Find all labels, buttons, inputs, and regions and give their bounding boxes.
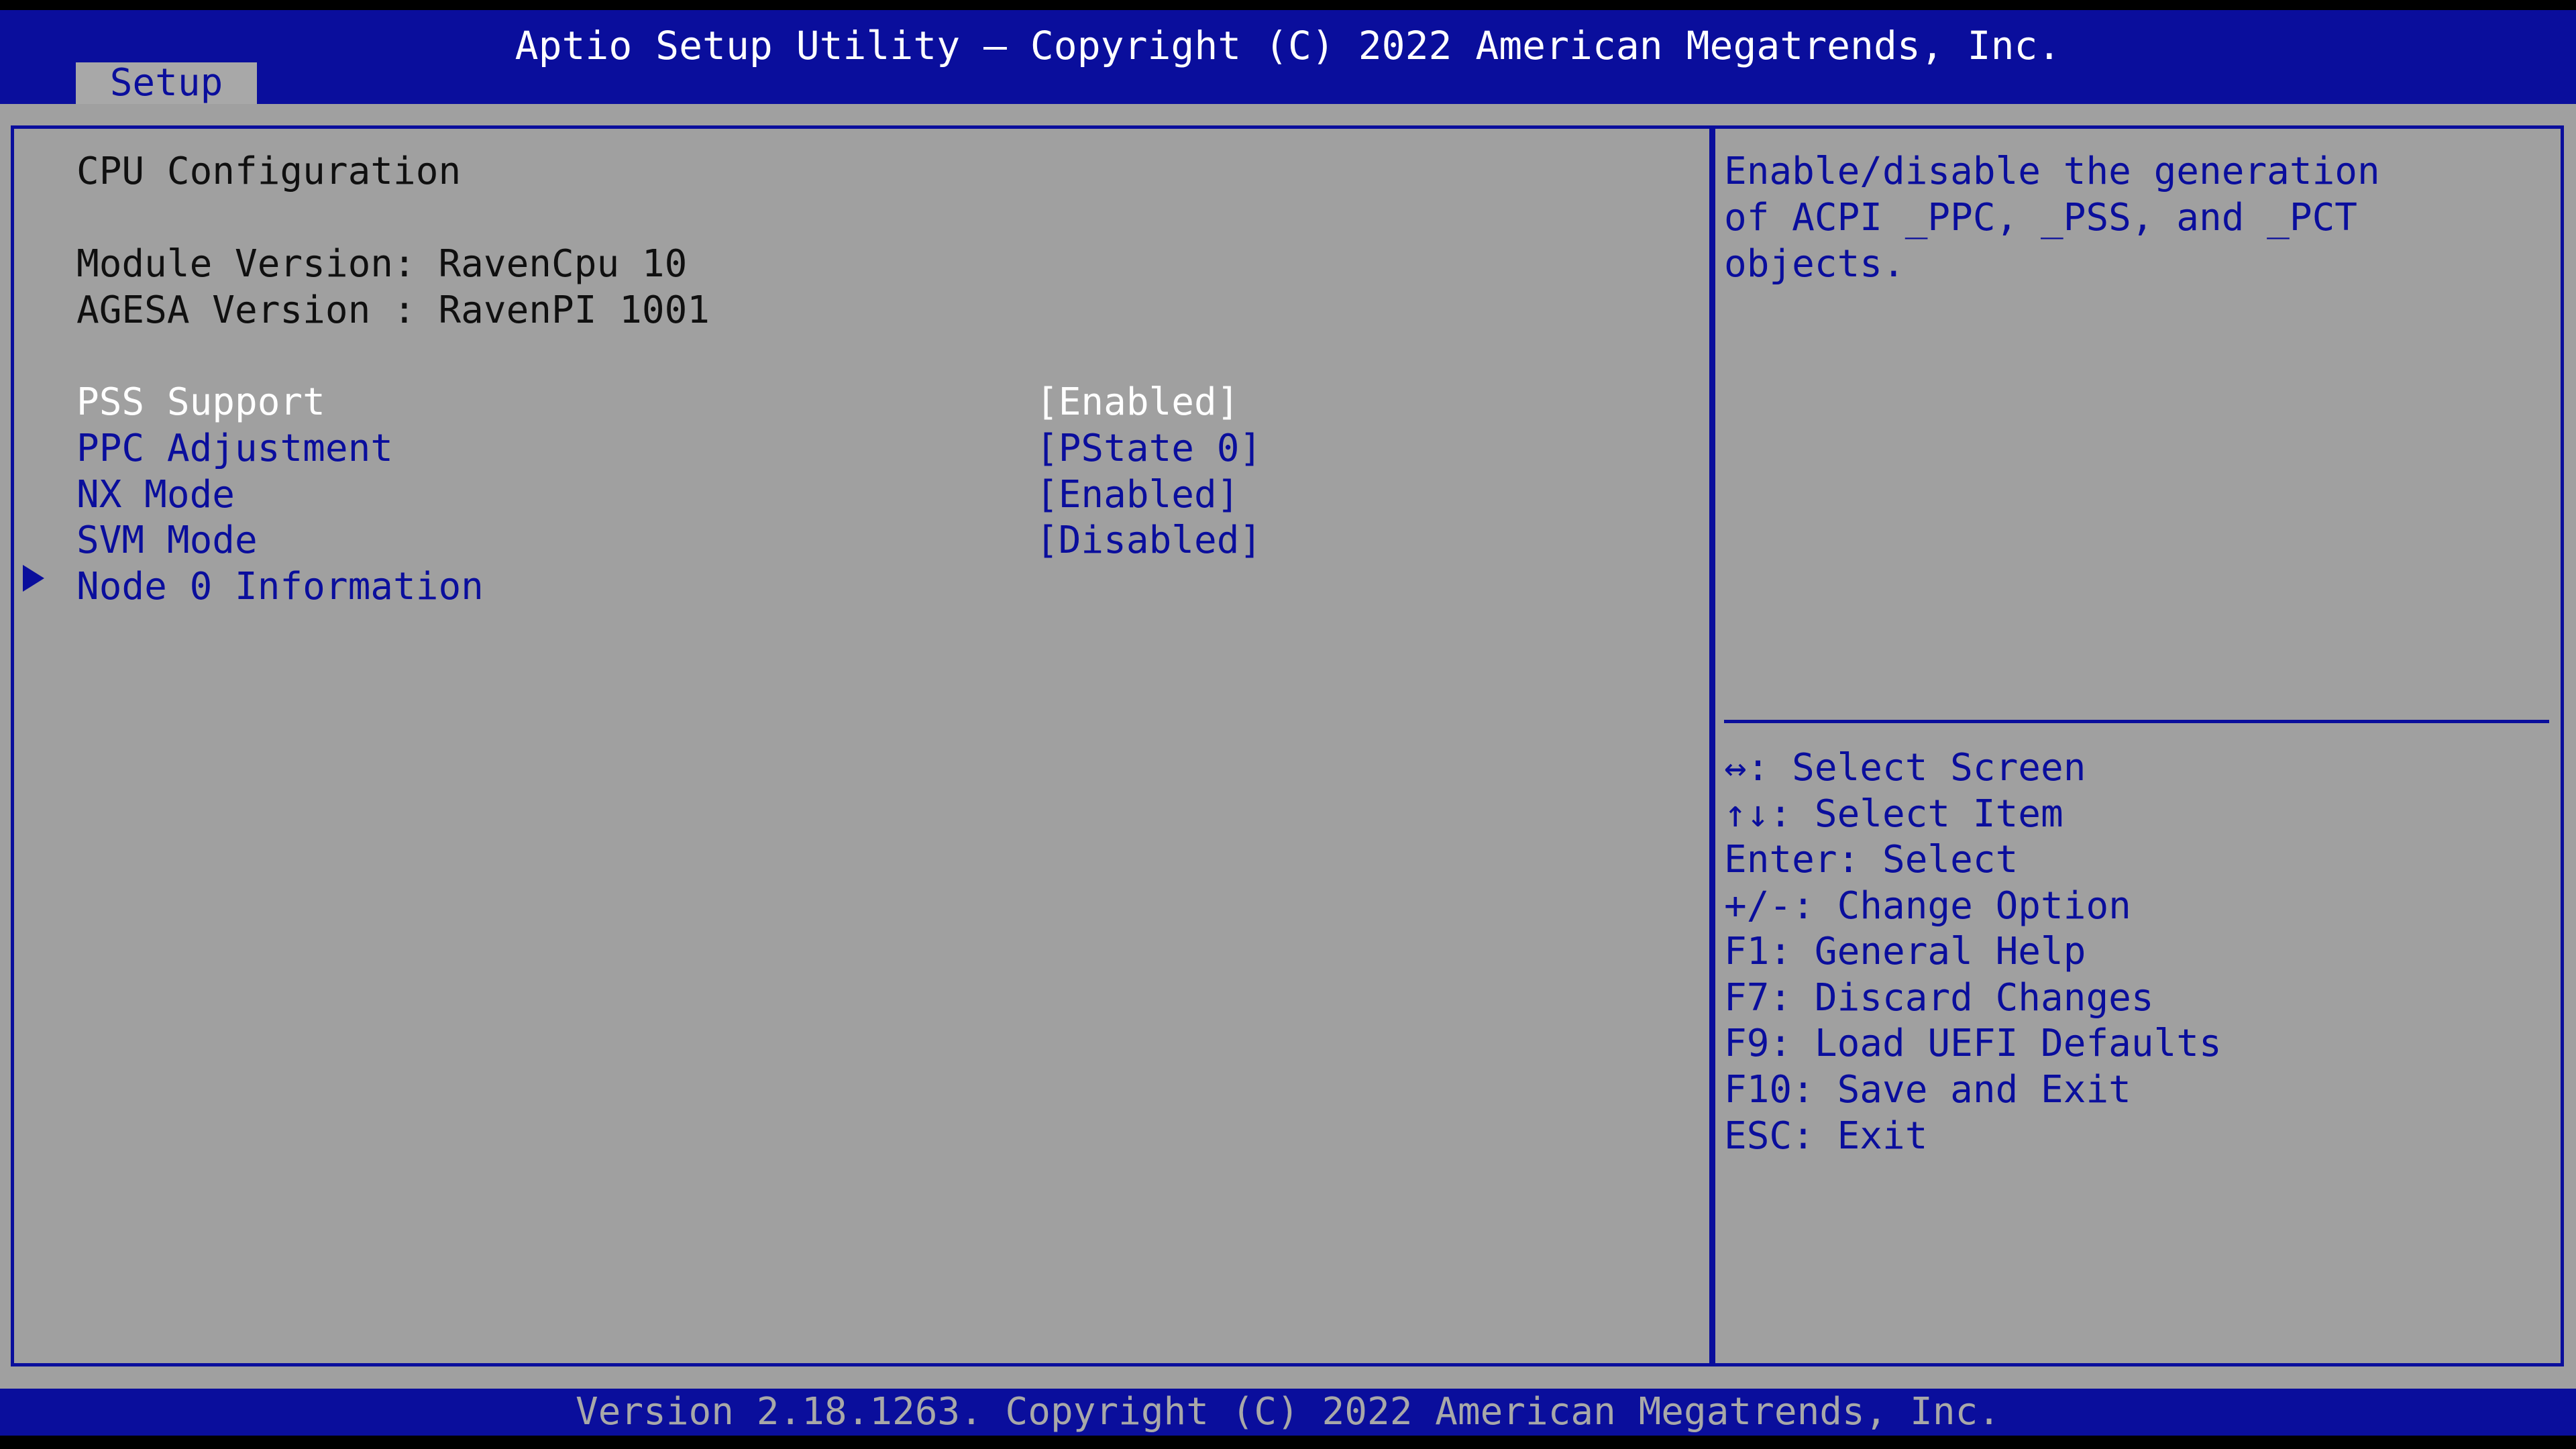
header-title: Aptio Setup Utility – Copyright (C) 2022… — [515, 23, 2061, 68]
svm-mode-label[interactable]: SVM Mode — [76, 518, 258, 564]
ppc-adjustment-label[interactable]: PPC Adjustment — [76, 426, 393, 472]
module-version: Module Version: RavenCpu 10 — [76, 242, 688, 286]
key-hint: ESC: Exit — [1724, 1114, 1928, 1158]
header-bar: Aptio Setup Utility – Copyright (C) 2022… — [0, 10, 2576, 104]
agesa-version: AGESA Version : RavenPI 1001 — [76, 288, 710, 332]
footer-version: Version 2.18.1263. Copyright (C) 2022 Am… — [575, 1390, 2001, 1434]
help-description-line: Enable/disable the generation — [1724, 150, 2380, 193]
bios-screen: Aptio Setup Utility – Copyright (C) 2022… — [0, 0, 2576, 1449]
help-description-line: objects. — [1724, 242, 1905, 286]
tab-setup[interactable]: Setup — [76, 62, 257, 104]
key-hint: +/-: Change Option — [1724, 884, 2131, 928]
nx-mode-label[interactable]: NX Mode — [76, 472, 235, 518]
ppc-adjustment-value[interactable]: [PState 0] — [1036, 426, 1262, 472]
key-hint: F1: General Help — [1724, 930, 2086, 973]
panel-divider — [1709, 125, 1713, 1366]
submenu-arrow-icon — [23, 565, 44, 592]
key-hint: F7: Discard Changes — [1724, 976, 2154, 1020]
pss-support-label[interactable]: PSS Support — [76, 380, 325, 425]
key-hint: F10: Save and Exit — [1724, 1068, 2131, 1112]
key-hint: ↔: Select Screen — [1724, 746, 2086, 790]
section-title: CPU Configuration — [76, 150, 462, 193]
svm-mode-value[interactable]: [Disabled] — [1036, 518, 1262, 564]
node0-information-link[interactable]: Node 0 Information — [76, 564, 484, 610]
help-divider — [1724, 720, 2549, 723]
key-hint: F9: Load UEFI Defaults — [1724, 1022, 2222, 1065]
key-hint: ↑↓: Select Item — [1724, 792, 2063, 836]
footer-bar: Version 2.18.1263. Copyright (C) 2022 Am… — [0, 1389, 2576, 1436]
help-description-line: of ACPI _PPC, _PSS, and _PCT — [1724, 196, 2358, 239]
key-hint: Enter: Select — [1724, 838, 2019, 881]
nx-mode-value[interactable]: [Enabled] — [1036, 472, 1239, 518]
pss-support-value[interactable]: [Enabled] — [1036, 380, 1239, 425]
